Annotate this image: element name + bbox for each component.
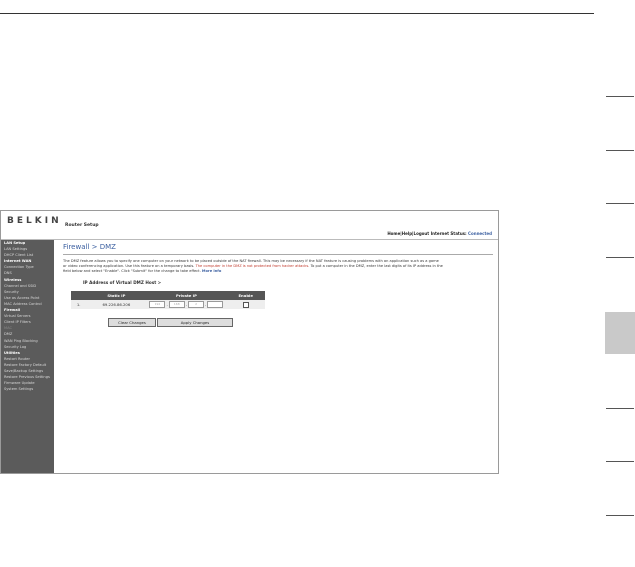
row-index: 1. [71, 300, 87, 309]
header-links: Home|Help|Logout Internet Status: Connec… [387, 231, 492, 236]
private-ip-octet-1[interactable]: 192 [149, 301, 166, 308]
side-rule-2 [606, 150, 634, 151]
side-rule-6 [606, 461, 634, 462]
table-header-static-ip: Static IP [86, 291, 147, 300]
enable-checkbox[interactable] [242, 301, 249, 308]
table-header-private-ip: Private IP [146, 291, 227, 300]
private-ip-octet-4[interactable] [207, 301, 224, 308]
dmz-host-subheading: IP Address of Virtual DMZ Host > [83, 280, 162, 285]
table-header-row: Static IP Private IP Enable [71, 291, 265, 300]
page-title: Firewall > DMZ [63, 243, 116, 251]
ip-dot: . [185, 301, 188, 307]
private-ip-octet-2[interactable]: 168 [168, 301, 185, 308]
side-rule-3 [606, 203, 634, 204]
more-info-link[interactable]: More Info [202, 269, 221, 273]
internet-status-value: Connected [468, 231, 492, 236]
warning-text: The computer in the DMZ is not protected… [195, 264, 310, 268]
home-help-logout-links[interactable]: Home|Help|Logout [387, 231, 429, 236]
router-setup-title: Router Setup [65, 223, 99, 228]
ip-dot: . [205, 301, 207, 307]
table-row: 1. 69.226.86.206 192. 168. 2. [71, 300, 265, 309]
private-ip-fields: 192. 168. 2. [146, 300, 227, 309]
dmz-table: Static IP Private IP Enable 1. 69.226.86… [71, 291, 265, 309]
static-ip-value: 69.226.86.206 [86, 300, 147, 309]
clear-changes-button[interactable]: Clear Changes [108, 318, 156, 327]
heading-divider [63, 254, 493, 255]
table-header-enable: Enable [226, 291, 265, 300]
main-content: Firewall > DMZ The DMZ feature allows yo… [63, 243, 493, 285]
side-rule-4 [606, 257, 634, 258]
dmz-description: The DMZ feature allows you to specify on… [63, 259, 443, 274]
ip-dot: . [166, 301, 168, 307]
side-rule-5 [606, 408, 634, 409]
side-rule-7 [606, 515, 634, 516]
router-header: BELKIN Router Setup Home|Help|Logout Int… [1, 211, 498, 240]
section-tab [605, 312, 635, 354]
apply-changes-button[interactable]: Apply Changes [157, 318, 233, 327]
router-screenshot: BELKIN Router Setup Home|Help|Logout Int… [0, 210, 499, 474]
sidebar: LAN Setup LAN Settings DHCP Client List … [1, 240, 54, 473]
belkin-logo: BELKIN [7, 216, 62, 226]
table-header-index [71, 291, 87, 300]
sidebar-item-system-settings[interactable]: System Settings [1, 386, 54, 392]
private-ip-octet-3[interactable]: 2 [188, 301, 205, 308]
side-rule-1 [606, 96, 634, 97]
internet-status-label: Internet Status: [430, 231, 467, 236]
top-rule [0, 13, 594, 14]
enable-cell [226, 300, 265, 309]
